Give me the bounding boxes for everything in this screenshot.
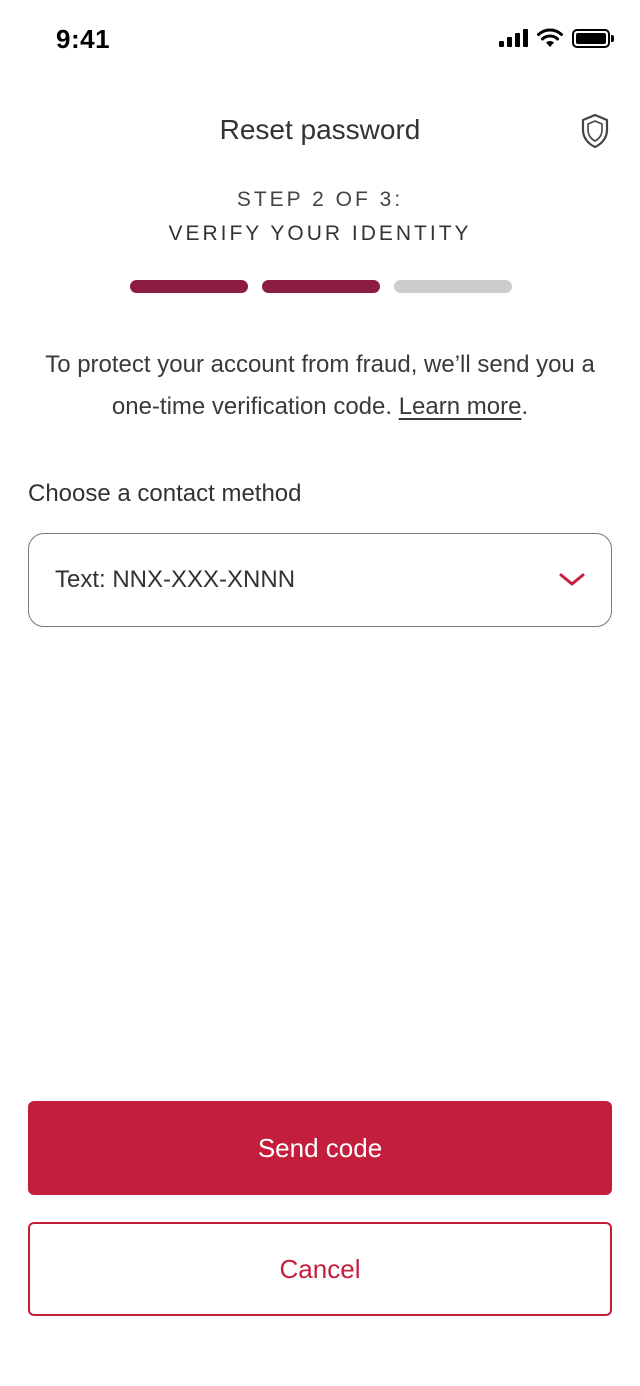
shield-icon[interactable]: [580, 113, 610, 149]
status-time: 9:41: [56, 24, 111, 54]
progress-segment-2: [262, 280, 380, 293]
contact-method-select[interactable]: Text: NNX-XXX-XNNN: [28, 533, 612, 627]
step-progress: [130, 280, 512, 293]
step-title: VERIFY YOUR IDENTITY: [168, 222, 472, 245]
learn-more-link[interactable]: Learn more: [399, 393, 522, 420]
progress-segment-3: [394, 280, 512, 293]
step-label: STEP 2 OF 3:: [236, 188, 404, 211]
intro-text: To protect your account from fraud, we’l…: [30, 344, 610, 428]
status-bar: 9:41: [0, 0, 640, 80]
status-icons: [499, 28, 614, 48]
progress-segment-1: [130, 280, 248, 293]
battery-icon: [572, 28, 614, 48]
contact-method-value: Text: NNX-XXX-XNNN: [55, 566, 296, 593]
reset-password-screen: 9:41 Reset password STEP 2 OF 3: VERIFY …: [0, 0, 640, 1386]
cancel-button[interactable]: Cancel: [28, 1222, 612, 1316]
chevron-down-icon: [559, 573, 585, 586]
page-title: Reset password: [219, 114, 421, 145]
intro-suffix: .: [521, 393, 529, 420]
wifi-icon: [537, 28, 563, 47]
signal-icon: [499, 29, 528, 47]
send-code-button[interactable]: Send code: [28, 1101, 612, 1195]
contact-method-label: Choose a contact method: [28, 480, 302, 507]
